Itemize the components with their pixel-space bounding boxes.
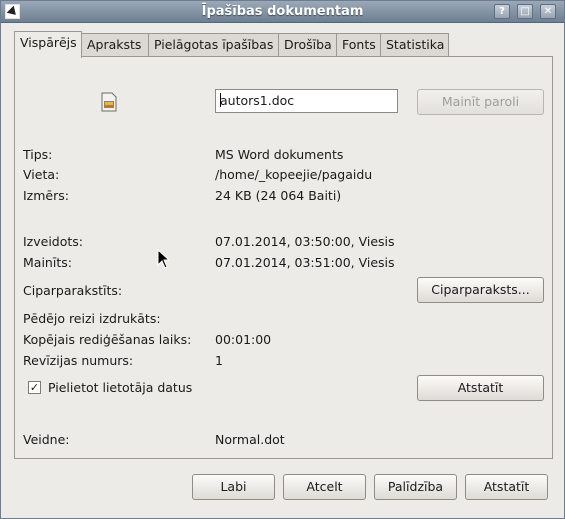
tab-security[interactable]: Drošība bbox=[278, 33, 337, 57]
ok-button[interactable]: Labi bbox=[192, 474, 275, 500]
maximize-button[interactable]: □ bbox=[517, 4, 533, 19]
editing-time-value: 00:01:00 bbox=[215, 332, 272, 347]
editing-time-label: Kopējais rediģēšanas laiks: bbox=[23, 332, 192, 347]
modified-value: 07.01.2014, 03:51:00, Viesis bbox=[215, 255, 395, 270]
apply-user-data-label[interactable]: Pielietot lietotāja datus bbox=[48, 380, 192, 395]
tab-statistics[interactable]: Statistika bbox=[380, 33, 449, 57]
document-icon bbox=[101, 92, 117, 112]
revision-value: 1 bbox=[215, 353, 223, 368]
reset-user-data-button[interactable]: Atstatīt bbox=[417, 375, 544, 401]
mouse-cursor-icon bbox=[157, 249, 171, 269]
created-label: Izveidots: bbox=[23, 234, 84, 249]
help-button[interactable]: Palīdzība bbox=[374, 474, 457, 500]
close-button[interactable]: ✕ bbox=[540, 4, 556, 19]
change-password-button[interactable]: Mainīt paroli bbox=[417, 89, 544, 115]
reset-button[interactable]: Atstatīt bbox=[465, 474, 548, 500]
location-value: /home/_kopeejie/pagaidu bbox=[215, 167, 373, 182]
size-value: 24 KB (24 064 Baiti) bbox=[215, 188, 342, 203]
type-value: MS Word dokuments bbox=[215, 147, 344, 162]
last-printed-label: Pēdējo reizi izdrukāts: bbox=[23, 311, 161, 326]
help-window-button[interactable]: ? bbox=[494, 4, 510, 19]
properties-dialog: Īpašības dokumentam ? □ ✕ Vispārējs Apra… bbox=[0, 0, 565, 519]
tab-fonts[interactable]: Fonts bbox=[336, 33, 381, 57]
ok-button-label: Labi bbox=[220, 479, 247, 494]
cancel-button[interactable]: Atcelt bbox=[283, 474, 366, 500]
type-label: Tips: bbox=[23, 147, 53, 162]
tab-custom-properties[interactable]: Pielāgotas īpašības bbox=[148, 33, 279, 57]
tab-general[interactable]: Vispārējs bbox=[14, 31, 82, 58]
tab-description[interactable]: Apraksts bbox=[81, 33, 149, 57]
created-value: 07.01.2014, 03:50:00, Viesis bbox=[215, 234, 395, 249]
location-label: Vieta: bbox=[23, 167, 60, 182]
template-label: Veidne: bbox=[23, 432, 70, 447]
filename-input[interactable]: autors1.doc bbox=[215, 89, 398, 113]
revision-label: Revīzijas numurs: bbox=[23, 353, 134, 368]
size-label: Izmērs: bbox=[23, 188, 69, 203]
title-bar[interactable]: Īpašības dokumentam ? □ ✕ bbox=[1, 1, 564, 23]
modified-label: Mainīts: bbox=[23, 255, 72, 270]
signature-label: Ciparparakstīts: bbox=[23, 283, 123, 298]
digital-signature-button[interactable]: Ciparparaksts... bbox=[417, 277, 544, 303]
window-title: Īpašības dokumentam bbox=[201, 4, 364, 19]
template-value: Normal.dot bbox=[215, 432, 285, 447]
general-panel: autors1.doc Mainīt paroli Tips: MS Word … bbox=[14, 56, 553, 459]
apply-user-data-checkbox[interactable]: ✓ bbox=[28, 381, 41, 394]
